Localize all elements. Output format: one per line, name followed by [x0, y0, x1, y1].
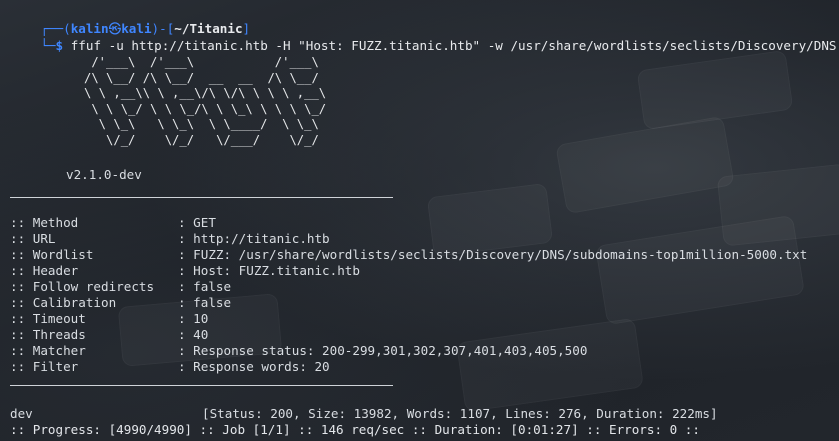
config-row-method: :: Method : GET	[10, 215, 216, 231]
config-value: : 10	[178, 311, 209, 326]
config-value: : http://titanic.htb	[178, 231, 330, 246]
config-row-filter: :: Filter : Response words: 20	[10, 359, 330, 375]
progress-line: :: Progress: [4990/4990] :: Job [1/1] ::…	[10, 422, 700, 437]
divider-top	[10, 197, 393, 198]
config-value: : Response words: 20	[178, 359, 330, 374]
config-row-follow-redirects: :: Follow redirects : false	[10, 279, 231, 295]
config-key: :: Wordlist	[10, 247, 94, 262]
divider-bottom	[10, 385, 393, 386]
prompt-corner: └─	[40, 38, 56, 53]
config-value: : false	[178, 295, 232, 310]
config-key: :: Matcher	[10, 343, 86, 358]
config-row-header: :: Header : Host: FUZZ.titanic.htb	[10, 263, 360, 279]
config-row-timeout: :: Timeout : 10	[10, 311, 208, 327]
terminal-window[interactable]: ┌──(kalin㉿kali)-[~/Titanic] └─$ ffuf -u …	[0, 0, 839, 441]
config-key: :: Follow redirects	[10, 279, 155, 294]
config-value: : 40	[178, 327, 209, 342]
prompt-dollar: $	[55, 38, 64, 53]
command-line: └─$ ffuf -u http://titanic.htb -H "Host:…	[10, 22, 836, 53]
config-row-wordlist: :: Wordlist : FUZZ: /usr/share/wordlists/…	[10, 247, 807, 263]
config-row-threads: :: Threads : 40	[10, 327, 208, 343]
command-text[interactable]: ffuf -u http://titanic.htb -H "Host: FUZ…	[71, 38, 837, 53]
config-value: : Host: FUZZ.titanic.htb	[178, 263, 360, 278]
result-details: [Status: 200, Size: 13982, Words: 1107, …	[202, 406, 718, 421]
config-row-url: :: URL : http://titanic.htb	[10, 231, 330, 247]
config-key: :: Method	[10, 215, 79, 230]
config-key: :: URL	[10, 231, 56, 246]
config-key: :: Filter	[10, 359, 79, 374]
config-key: :: Calibration	[10, 295, 117, 310]
config-value: : FUZZ: /usr/share/wordlists/seclists/Di…	[178, 247, 808, 262]
config-key: :: Header	[10, 263, 79, 278]
config-key: :: Threads	[10, 327, 86, 342]
version-text: v2.1.0-dev	[66, 167, 142, 182]
config-value: : false	[178, 279, 232, 294]
config-key: :: Timeout	[10, 311, 86, 326]
config-value: : Response status: 200-299,301,302,307,4…	[178, 343, 588, 358]
config-value: : GET	[178, 215, 216, 230]
ffuf-ascii-logo: /'___\ /'___\ /'___\ /\ \__/ /\ \__/ __ …	[84, 55, 327, 147]
config-row-matcher: :: Matcher : Response status: 200-299,301…	[10, 343, 587, 359]
prompt-line: ┌──(kalin㉿kali)-[~/Titanic]	[10, 5, 250, 36]
result-word: dev	[10, 406, 33, 421]
config-row-calibration: :: Calibration : false	[10, 295, 231, 311]
result-row: dev [Status: 200, Size: 13982, Words: 110…	[10, 406, 718, 422]
